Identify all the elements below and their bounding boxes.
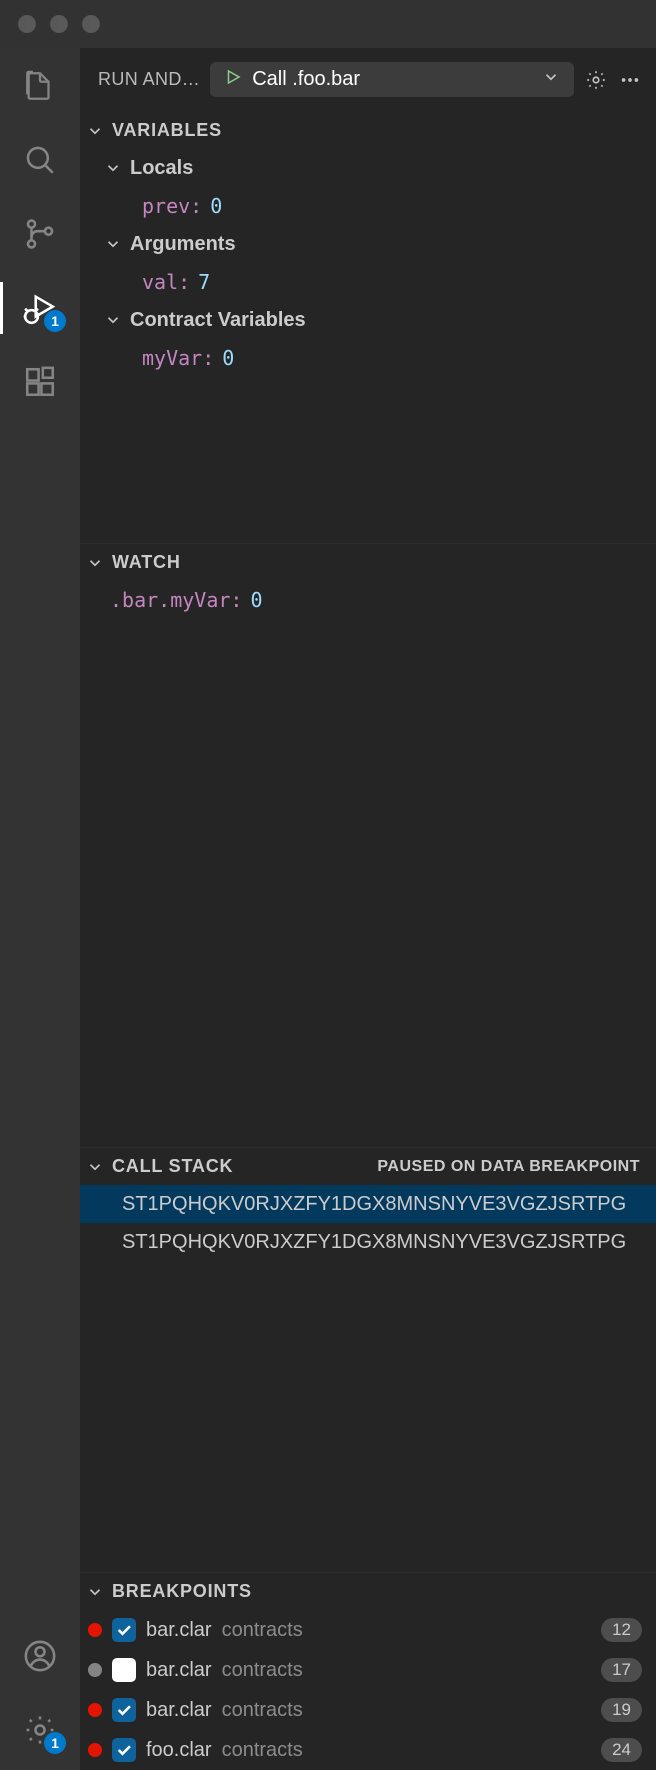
variable-name: prev:	[142, 194, 202, 218]
chevron-down-icon	[102, 311, 124, 329]
chevron-down-icon	[84, 1158, 106, 1176]
breakpoint-line-badge: 19	[601, 1698, 642, 1722]
breakpoint-line-badge: 17	[601, 1658, 642, 1682]
main-area: 1 1 RUN AND… Call .foo.bar	[0, 48, 656, 1770]
breakpoint-file: bar.clar	[146, 1699, 212, 1722]
variables-header[interactable]: VARIABLES	[80, 112, 656, 149]
breakpoint-row[interactable]: bar.clar contracts 17	[80, 1650, 656, 1690]
breakpoint-row[interactable]: bar.clar contracts 19	[80, 1690, 656, 1730]
breakpoint-directory: contracts	[222, 1739, 303, 1762]
callstack-header[interactable]: CALL STACK PAUSED ON DATA BREAKPOINT	[80, 1148, 656, 1185]
scope-row[interactable]: Arguments	[86, 225, 656, 263]
debug-config-selector[interactable]: Call .foo.bar	[210, 62, 574, 97]
scope-label: Contract Variables	[130, 309, 306, 332]
breakpoint-directory: contracts	[222, 1699, 303, 1722]
breakpoints-section: BREAKPOINTS bar.clar contracts 12 bar.clar c…	[80, 1572, 656, 1770]
stack-frame-label: ST1PQHQKV0RJXZFY1DGX8MNSNYVE3VGZJSRTPG	[122, 1231, 626, 1254]
minimize-traffic-light[interactable]	[50, 15, 68, 33]
callstack-status: PAUSED ON DATA BREAKPOINT	[377, 1158, 640, 1176]
variable-name: val:	[142, 270, 190, 294]
variable-value: 0	[222, 346, 234, 370]
watch-value: 0	[250, 588, 262, 612]
breakpoint-dot-icon	[88, 1703, 102, 1717]
search-icon[interactable]	[20, 140, 60, 180]
callstack-title: CALL STACK	[112, 1156, 233, 1177]
breakpoint-row[interactable]: foo.clar contracts 24	[80, 1730, 656, 1770]
breakpoint-dot-icon	[88, 1623, 102, 1637]
explorer-icon[interactable]	[20, 66, 60, 106]
breakpoint-checkbox[interactable]	[112, 1658, 136, 1682]
breakpoint-directory: contracts	[222, 1659, 303, 1682]
variable-row[interactable]: myVar: 0	[86, 339, 656, 377]
chevron-down-icon	[84, 1583, 106, 1601]
debug-badge: 1	[44, 310, 66, 332]
breakpoints-title: BREAKPOINTS	[112, 1581, 252, 1602]
source-control-icon[interactable]	[20, 214, 60, 254]
variable-row[interactable]: prev: 0	[86, 187, 656, 225]
scope-row[interactable]: Contract Variables	[86, 301, 656, 339]
panel-title: RUN AND…	[98, 69, 200, 90]
watch-expression: .bar.myVar:	[110, 588, 242, 612]
chevron-down-icon	[84, 122, 106, 140]
breakpoint-directory: contracts	[222, 1619, 303, 1642]
activity-bar: 1 1	[0, 48, 80, 1770]
scope-label: Arguments	[130, 233, 236, 256]
chevron-down-icon	[102, 159, 124, 177]
breakpoint-file: bar.clar	[146, 1659, 212, 1682]
run-and-debug-icon[interactable]: 1	[20, 288, 60, 328]
watch-item[interactable]: .bar.myVar: 0	[86, 581, 656, 619]
breakpoint-dot-icon	[88, 1663, 102, 1677]
breakpoint-checkbox[interactable]	[112, 1738, 136, 1762]
watch-header[interactable]: WATCH	[80, 544, 656, 581]
variable-row[interactable]: val: 7	[86, 263, 656, 301]
breakpoint-row[interactable]: bar.clar contracts 12	[80, 1610, 656, 1650]
debug-config-name: Call .foo.bar	[252, 68, 532, 91]
callstack-section: CALL STACK PAUSED ON DATA BREAKPOINT ST1…	[80, 1147, 656, 1572]
stack-frame[interactable]: ST1PQHQKV0RJXZFY1DGX8MNSNYVE3VGZJSRTPG	[80, 1223, 656, 1261]
variables-title: VARIABLES	[112, 120, 222, 141]
settings-gear-icon[interactable]: 1	[20, 1710, 60, 1750]
close-traffic-light[interactable]	[18, 15, 36, 33]
breakpoint-line-badge: 12	[601, 1618, 642, 1642]
watch-section: WATCH .bar.myVar: 0	[80, 543, 656, 1147]
breakpoint-file: foo.clar	[146, 1739, 212, 1762]
watch-body: .bar.myVar: 0	[80, 581, 656, 1147]
stack-frame-label: ST1PQHQKV0RJXZFY1DGX8MNSNYVE3VGZJSRTPG	[122, 1193, 626, 1216]
zoom-traffic-light[interactable]	[82, 15, 100, 33]
breakpoints-header[interactable]: BREAKPOINTS	[80, 1573, 656, 1610]
scope-label: Locals	[130, 157, 193, 180]
chevron-down-icon	[84, 554, 106, 572]
debug-sidebar: RUN AND… Call .foo.bar VARIABLES	[80, 48, 656, 1770]
breakpoints-body: bar.clarcontracts12bar.clarcontracts17ba…	[80, 1610, 656, 1770]
chevron-down-icon	[102, 235, 124, 253]
variable-value: 7	[198, 270, 210, 294]
play-icon	[224, 68, 242, 91]
variable-name: myVar:	[142, 346, 214, 370]
more-icon[interactable]	[618, 68, 642, 92]
variables-body: Locals prev: 0 Arguments val: 7 Contract…	[80, 149, 656, 543]
chevron-down-icon	[542, 68, 560, 91]
debug-header: RUN AND… Call .foo.bar	[80, 48, 656, 111]
breakpoint-dot-icon	[88, 1743, 102, 1757]
extensions-icon[interactable]	[20, 362, 60, 402]
callstack-body: ST1PQHQKV0RJXZFY1DGX8MNSNYVE3VGZJSRTPG S…	[80, 1185, 656, 1572]
scope-row[interactable]: Locals	[86, 149, 656, 187]
watch-title: WATCH	[112, 552, 181, 573]
gear-icon[interactable]	[584, 68, 608, 92]
window-titlebar	[0, 0, 656, 48]
breakpoint-checkbox[interactable]	[112, 1618, 136, 1642]
breakpoint-checkbox[interactable]	[112, 1698, 136, 1722]
variable-value: 0	[210, 194, 222, 218]
accounts-icon[interactable]	[20, 1636, 60, 1676]
stack-frame[interactable]: ST1PQHQKV0RJXZFY1DGX8MNSNYVE3VGZJSRTPG	[80, 1185, 656, 1223]
breakpoint-file: bar.clar	[146, 1619, 212, 1642]
settings-badge: 1	[44, 1732, 66, 1754]
variables-section: VARIABLES Locals prev: 0 Arguments val:	[80, 111, 656, 543]
breakpoint-line-badge: 24	[601, 1738, 642, 1762]
